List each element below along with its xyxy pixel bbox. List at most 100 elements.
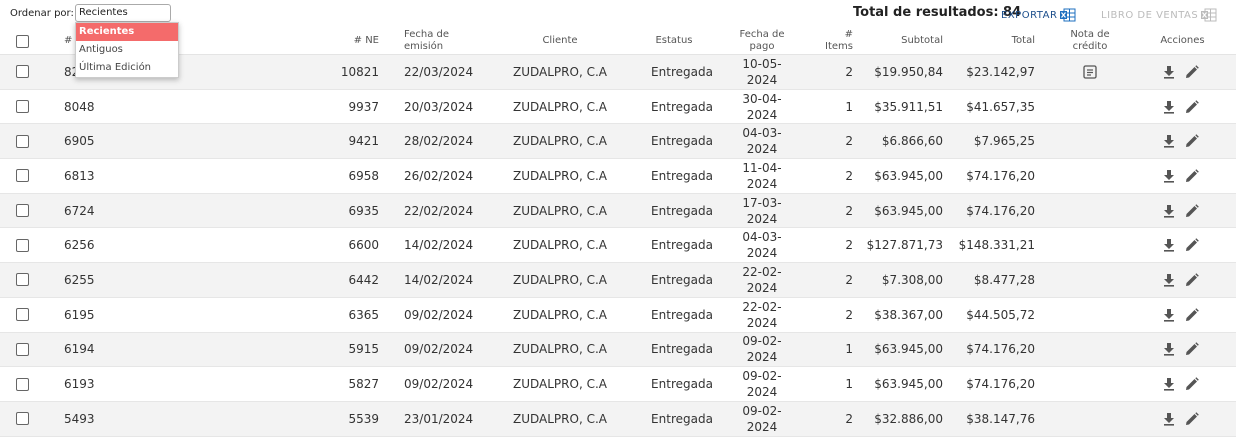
download-icon[interactable] — [1162, 100, 1176, 114]
download-icon[interactable] — [1162, 273, 1176, 287]
cell-estatus: Entregada — [651, 64, 713, 79]
row-checkbox[interactable] — [16, 342, 29, 356]
table-body: 82271082122/03/2024ZUDALPRO, C.AEntregad… — [0, 55, 1236, 437]
row-checkbox-cell — [16, 333, 29, 367]
cell-subtotal: $127.871,73 — [866, 238, 943, 253]
fecha-pago-text: 17-03- 2024 — [742, 195, 782, 226]
row-checkbox[interactable] — [16, 308, 29, 322]
cell-estatus: Entregada — [651, 342, 713, 357]
export-button[interactable]: EXPORTAR — [1001, 8, 1076, 22]
edit-pencil-icon[interactable] — [1185, 99, 1199, 114]
edit-pencil-icon[interactable] — [1185, 203, 1199, 218]
header-ne[interactable]: # NE — [320, 27, 379, 55]
row-checkbox-cell — [16, 124, 29, 158]
edit-pencil-icon[interactable] — [1185, 411, 1199, 426]
download-icon[interactable] — [1162, 377, 1176, 391]
cell-acciones — [1162, 90, 1199, 124]
cell-total: $41.657,35 — [966, 99, 1035, 114]
row-checkbox[interactable] — [16, 134, 29, 148]
cell-items: 2 — [845, 134, 853, 149]
table-row[interactable]: 6195 6365 09/02/2024 ZUDALPRO, C.A Entregada… — [0, 298, 1236, 333]
edit-pencil-icon[interactable] — [1185, 307, 1199, 322]
cell-ne: 6442 — [348, 272, 379, 287]
cell-fecha-emision: 09/02/2024 — [404, 377, 474, 392]
row-checkbox-cell — [16, 55, 29, 89]
download-icon[interactable] — [1162, 412, 1176, 426]
table-row[interactable]: 5493 5539 23/01/2024 ZUDALPRO, C.A Entregada… — [0, 401, 1236, 437]
sort-select[interactable]: Recientes — [75, 4, 171, 22]
cell-fecha-emision: 22/02/2024 — [404, 203, 474, 218]
header-fecha-pago[interactable]: Fecha de pago — [732, 27, 792, 55]
cell-total: $74.176,20 — [966, 168, 1035, 183]
excel-icon — [1060, 8, 1076, 22]
cell-nota-credito — [1060, 298, 1120, 332]
cell-acciones — [1162, 333, 1199, 367]
row-checkbox[interactable] — [16, 273, 29, 287]
edit-pencil-icon[interactable] — [1185, 273, 1199, 287]
fecha-pago-text: 04-03- 2024 — [742, 230, 782, 261]
table-row[interactable]: 6724 6935 22/02/2024 ZUDALPRO, C.A Entregada… — [0, 193, 1236, 229]
table-row[interactable]: 6905 9421 28/02/2024 ZUDALPRO, C.A Entregada… — [0, 124, 1236, 160]
cell-total: $148.331,21 — [958, 238, 1035, 253]
table-row[interactable]: 6194 5915 09/02/2024 ZUDALPRO, C.A Entregada… — [0, 332, 1236, 368]
libro-ventas-button[interactable]: LIBRO DE VENTAS — [1101, 8, 1217, 22]
header-fecha-emision[interactable]: Fecha de emisión — [404, 27, 470, 55]
sort-dropdown: Recientes Antiguos Última Edición — [75, 22, 179, 78]
edit-pencil-icon[interactable] — [1185, 377, 1199, 391]
cell-ne: 6365 — [348, 307, 379, 322]
edit-pencil-icon[interactable] — [1185, 169, 1199, 183]
cell-acciones — [1162, 367, 1199, 401]
download-icon[interactable] — [1162, 342, 1176, 356]
sort-option-antiguos[interactable]: Antiguos — [76, 41, 178, 59]
row-checkbox[interactable] — [16, 169, 29, 183]
edit-pencil-icon[interactable] — [1185, 238, 1199, 252]
download-icon[interactable] — [1162, 308, 1176, 322]
cell-fecha-pago: 04-03- 2024 — [732, 228, 792, 262]
cell-fecha-emision: 14/02/2024 — [404, 238, 474, 253]
sort-option-recientes[interactable]: Recientes — [76, 23, 178, 41]
cell-acciones — [1162, 194, 1199, 228]
select-all-checkbox[interactable] — [16, 34, 29, 48]
cell-fecha-pago: 30-04- 2024 — [732, 90, 792, 124]
download-icon[interactable] — [1162, 169, 1176, 183]
cell-estatus: Entregada — [651, 134, 713, 149]
download-icon[interactable] — [1162, 204, 1176, 218]
header-nota-credito[interactable]: Nota de crédito — [1060, 27, 1120, 55]
cell-fecha-pago: 22-02- 2024 — [732, 263, 792, 297]
table-row[interactable]: 6193 5827 09/02/2024 ZUDALPRO, C.A Entregada… — [0, 367, 1236, 402]
table-row[interactable]: 6256 6600 14/02/2024 ZUDALPRO, C.A Entregada… — [0, 228, 1236, 264]
cell-cliente: ZUDALPRO, C.A — [513, 203, 607, 218]
edit-pencil-icon[interactable] — [1185, 134, 1199, 148]
total-results: Total de resultados: 84 — [853, 5, 1022, 20]
table-row[interactable]: 82271082122/03/2024ZUDALPRO, C.AEntregad… — [0, 55, 1236, 90]
row-checkbox[interactable] — [16, 204, 29, 218]
edit-pencil-icon[interactable] — [1185, 342, 1199, 356]
fecha-pago-text: 09-02- 2024 — [742, 334, 782, 365]
download-icon[interactable] — [1162, 238, 1176, 252]
header-estatus[interactable]: Estatus — [640, 27, 708, 55]
header-subtotal[interactable]: Subtotal — [870, 27, 943, 55]
cell-acciones — [1162, 124, 1199, 158]
row-checkbox[interactable] — [16, 65, 29, 79]
header-items[interactable]: # Items — [820, 27, 853, 55]
table-header: # # NE Fecha de emisión Cliente Estatus … — [0, 27, 1236, 55]
credit-note-icon[interactable] — [1082, 64, 1098, 80]
download-icon[interactable] — [1162, 65, 1176, 79]
edit-pencil-icon[interactable] — [1185, 65, 1199, 79]
header-total[interactable]: Total — [960, 27, 1035, 55]
cell-cliente: ZUDALPRO, C.A — [513, 64, 607, 79]
cell-items: 1 — [845, 342, 853, 357]
row-checkbox[interactable] — [16, 100, 29, 114]
row-checkbox[interactable] — [16, 238, 29, 252]
cell-total: $74.176,20 — [966, 377, 1035, 392]
table-row[interactable]: 8048 9937 20/03/2024 ZUDALPRO, C.A Entregada… — [0, 90, 1236, 125]
header-cliente[interactable]: Cliente — [510, 27, 610, 55]
table-row[interactable]: 6255 6442 14/02/2024 ZUDALPRO, C.A Entregada… — [0, 263, 1236, 298]
download-icon[interactable] — [1162, 134, 1176, 148]
row-checkbox[interactable] — [16, 377, 29, 391]
sort-option-ultima-edicion[interactable]: Última Edición — [76, 59, 178, 77]
table-row[interactable]: 6813 6958 26/02/2024 ZUDALPRO, C.A Entregada… — [0, 159, 1236, 194]
cell-items: 2 — [845, 64, 853, 79]
cell-items: 2 — [845, 203, 853, 218]
row-checkbox[interactable] — [16, 412, 29, 426]
